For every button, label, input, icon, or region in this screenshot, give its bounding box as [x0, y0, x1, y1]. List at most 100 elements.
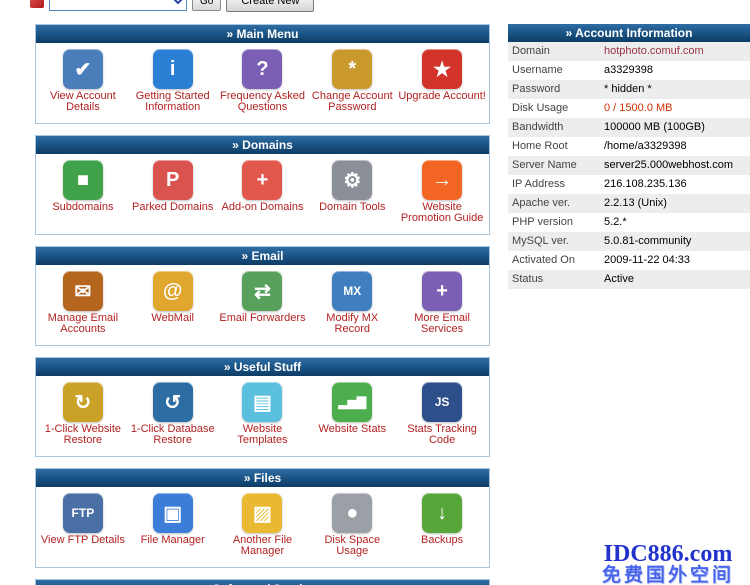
menu-item-upgrade-account[interactable]: ★ Upgrade Account!: [397, 49, 487, 102]
menu-item-parked-domains[interactable]: P Parked Domains: [128, 160, 218, 213]
cubes-icon: ■: [63, 160, 103, 200]
account-row-label: IP Address: [512, 175, 604, 194]
menu-item-label: Manage Email Accounts: [38, 313, 128, 335]
account-row-value: 100000 MB (100GB): [604, 118, 705, 137]
menu-item-label: WebMail: [128, 313, 218, 324]
menu-item-another-file-manager[interactable]: ▨ Another File Manager: [218, 493, 308, 557]
section-header-files: » Files: [36, 469, 489, 487]
account-row-value: Active: [604, 270, 634, 289]
menu-item-label: View Account Details: [38, 91, 128, 113]
menu-item-label: Disk Space Usage: [307, 535, 397, 557]
account-row-value: * hidden *: [604, 80, 652, 99]
menu-item-label: Website Stats: [307, 424, 397, 435]
menu-item-view-account-details[interactable]: ✔ View Account Details: [38, 49, 128, 113]
menu-item-website-restore[interactable]: ↻ 1-Click Website Restore: [38, 382, 128, 446]
js-code-icon: JS: [422, 382, 462, 422]
section-header-email: » Email: [36, 247, 489, 265]
mailbox-icon: ✉: [63, 271, 103, 311]
email-items: ✉ Manage Email Accounts @ WebMail ⇄ Emai…: [36, 265, 489, 345]
account-row-bandwidth: Bandwidth 100000 MB (100GB): [508, 118, 750, 137]
account-row-value: 0 / 1500.0 MB: [604, 99, 673, 118]
menu-column: » Main Menu ✔ View Account Details i Get…: [35, 24, 490, 585]
mail-forward-icon: ⇄: [242, 271, 282, 311]
menu-item-database-restore[interactable]: ↺ 1-Click Database Restore: [128, 382, 218, 446]
section-header-main-menu: » Main Menu: [36, 25, 489, 43]
account-row-label: Bandwidth: [512, 118, 604, 137]
account-row-label: MySQL ver.: [512, 232, 604, 251]
menu-item-label: Website Promotion Guide: [397, 202, 487, 224]
database-restore-icon: ↺: [153, 382, 193, 422]
account-row-username: Username a3329398: [508, 61, 750, 80]
ftp-server-icon: FTP: [63, 493, 103, 533]
folder-icon: ▨: [242, 493, 282, 533]
create-new-button[interactable]: Create New: [226, 0, 314, 12]
question-icon: ?: [242, 49, 282, 89]
menu-item-change-password[interactable]: * Change Account Password: [307, 49, 397, 113]
account-row-label: Status: [512, 270, 604, 289]
menu-item-domain-tools[interactable]: ⚙ Domain Tools: [307, 160, 397, 213]
mx-record-icon: MX: [332, 271, 372, 311]
disk-icon: ●: [332, 493, 372, 533]
info-icon: i: [153, 49, 193, 89]
menu-item-website-stats[interactable]: ▂▅▇ Website Stats: [307, 382, 397, 435]
menu-item-stats-tracking-code[interactable]: JS Stats Tracking Code: [397, 382, 487, 446]
domains-items: ■ Subdomains P Parked Domains + Add-on D…: [36, 154, 489, 234]
account-row-label: Server Name: [512, 156, 604, 175]
menu-item-website-promotion-guide[interactable]: → Website Promotion Guide: [397, 160, 487, 224]
account-row-value: /home/a3329398: [604, 137, 687, 156]
menu-item-website-templates[interactable]: ▤ Website Templates: [218, 382, 308, 446]
menu-item-label: Add-on Domains: [218, 202, 308, 213]
account-row-apache-version: Apache ver. 2.2.13 (Unix): [508, 194, 750, 213]
section-main-menu: » Main Menu ✔ View Account Details i Get…: [35, 24, 490, 124]
account-row-label: Domain: [512, 42, 604, 61]
menu-item-backups[interactable]: ↓ Backups: [397, 493, 487, 546]
account-details-icon: ✔: [63, 49, 103, 89]
section-header-useful-stuff: » Useful Stuff: [36, 358, 489, 376]
account-row-value: 216.108.235.136: [604, 175, 687, 194]
menu-item-manage-email-accounts[interactable]: ✉ Manage Email Accounts: [38, 271, 128, 335]
menu-item-label: Email Forwarders: [218, 313, 308, 324]
section-header-domains: » Domains: [36, 136, 489, 154]
main-menu-items: ✔ View Account Details i Getting Started…: [36, 43, 489, 123]
account-row-value: 2009-11-22 04:33: [604, 251, 690, 270]
domain-select[interactable]: [49, 0, 187, 11]
account-row-server-name: Server Name server25.000webhost.com: [508, 156, 750, 175]
menu-item-faq[interactable]: ? Frequency Asked Questions: [218, 49, 308, 113]
menu-item-label: Modify MX Record: [307, 313, 397, 335]
menu-item-label: Stats Tracking Code: [397, 424, 487, 446]
menu-item-getting-started[interactable]: i Getting Started Information: [128, 49, 218, 113]
menu-item-label: More Email Services: [397, 313, 487, 335]
menu-item-label: Getting Started Information: [128, 91, 218, 113]
menu-item-more-email-services[interactable]: + More Email Services: [397, 271, 487, 335]
parked-domains-icon: P: [153, 160, 193, 200]
go-button[interactable]: Go: [192, 0, 221, 11]
templates-icon: ▤: [242, 382, 282, 422]
account-row-ip-address: IP Address 216.108.235.136: [508, 175, 750, 194]
menu-item-label: 1-Click Database Restore: [128, 424, 218, 446]
account-row-label: Username: [512, 61, 604, 80]
menu-item-file-manager[interactable]: ▣ File Manager: [128, 493, 218, 546]
promotion-arrow-icon: →: [422, 160, 462, 200]
section-useful-stuff: » Useful Stuff ↻ 1-Click Website Restore…: [35, 357, 490, 457]
account-row-value: server25.000webhost.com: [604, 156, 733, 175]
watermark: IDC886.com 免费国外空间: [588, 542, 748, 585]
menu-item-webmail[interactable]: @ WebMail: [128, 271, 218, 324]
account-row-home-root: Home Root /home/a3329398: [508, 137, 750, 156]
menu-item-subdomains[interactable]: ■ Subdomains: [38, 160, 128, 213]
account-row-activated-on: Activated On 2009-11-22 04:33: [508, 251, 750, 270]
control-panel-page: Go Create New » Main Menu ✔ View Account…: [0, 0, 750, 585]
app-icon: [30, 0, 44, 8]
menu-item-disk-space-usage[interactable]: ● Disk Space Usage: [307, 493, 397, 557]
menu-item-addon-domains[interactable]: + Add-on Domains: [218, 160, 308, 213]
files-items: FTP View FTP Details ▣ File Manager ▨ An…: [36, 487, 489, 567]
account-row-value: 5.2.*: [604, 213, 627, 232]
menu-item-view-ftp-details[interactable]: FTP View FTP Details: [38, 493, 128, 546]
menu-item-modify-mx-record[interactable]: MX Modify MX Record: [307, 271, 397, 335]
account-row-value: 5.0.81-community: [604, 232, 691, 251]
menu-item-email-forwarders[interactable]: ⇄ Email Forwarders: [218, 271, 308, 324]
account-info-panel: » Account Information Domain hotphoto.co…: [508, 24, 750, 289]
menu-item-label: Another File Manager: [218, 535, 308, 557]
award-icon: ★: [422, 49, 462, 89]
account-info-header: » Account Information: [508, 24, 750, 42]
topbar: Go Create New: [30, 0, 314, 13]
